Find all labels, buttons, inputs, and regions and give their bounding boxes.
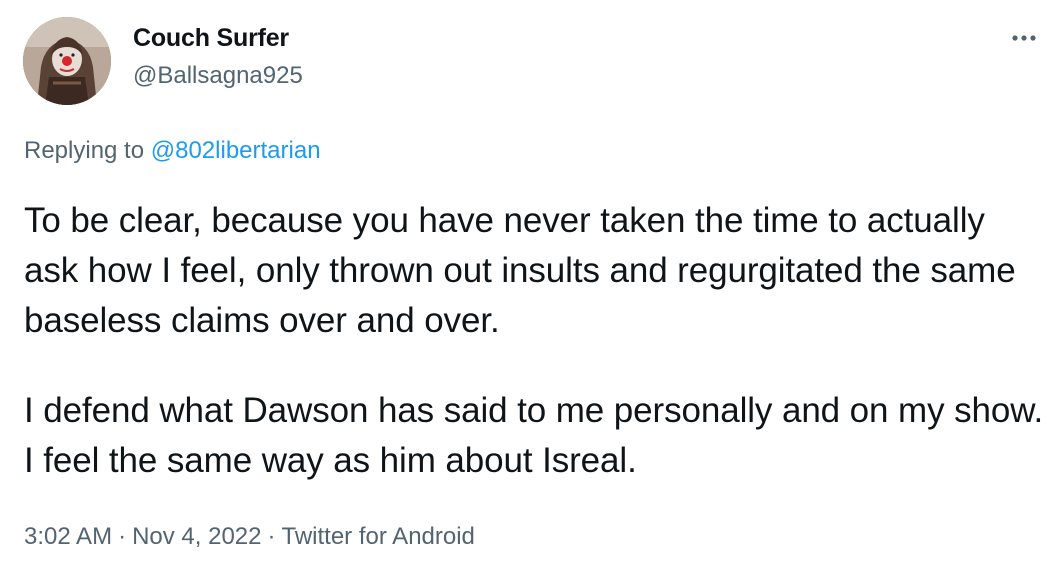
author-handle[interactable]: @Ballsagna925 [133,62,303,90]
tweet-paragraph: To be clear, because you have never take… [24,201,1016,340]
author-display-name[interactable]: Couch Surfer [133,24,289,53]
more-options-icon [1012,35,1036,41]
avatar-image [23,17,111,105]
reply-mention-link[interactable]: @802libertarian [151,137,321,164]
tweet-meta: 3:02 AM · Nov 4, 2022 · Twitter for Android [24,523,475,551]
avatar[interactable] [23,17,111,105]
tweet-card: Couch Surfer @Ballsagna925 Replying to @… [0,0,1060,584]
tweet-source-link[interactable]: Twitter for Android [281,523,474,550]
tweet-text: To be clear, because you have never take… [24,196,1044,486]
meta-separator: · [118,523,127,550]
more-options-button[interactable] [1002,16,1046,60]
meta-separator: · [267,523,276,550]
tweet-paragraph: I defend what Dawson has said to me pers… [24,391,1044,480]
tweet-time-link[interactable]: 3:02 AM [24,523,112,550]
reply-context: Replying to @802libertarian [24,137,321,165]
tweet-date-link[interactable]: Nov 4, 2022 [132,523,261,550]
reply-context-prefix: Replying to [24,137,151,164]
